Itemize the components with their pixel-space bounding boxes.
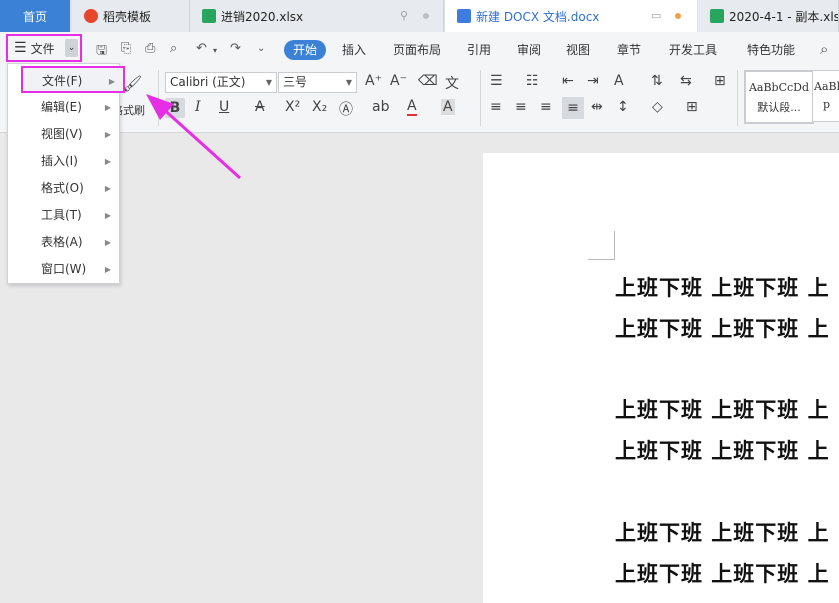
doc-line: 上班下班 上班下班 上 xyxy=(615,275,830,300)
margin-corner-mark xyxy=(588,231,615,260)
document-page[interactable]: 上班下班 上班下班 上 上班下班 上班下班 上 上班下班 上班下班 上 上班下班… xyxy=(483,153,839,603)
doc-line: 上班下班 上班下班 上 xyxy=(615,520,830,545)
doc-line: 上班下班 上班下班 上 xyxy=(615,397,830,422)
doc-line: 上班下班 上班下班 上 xyxy=(615,316,830,341)
doc-line: 上班下班 上班下班 上 xyxy=(615,561,830,586)
doc-line: 上班下班 上班下班 上 xyxy=(615,438,830,463)
